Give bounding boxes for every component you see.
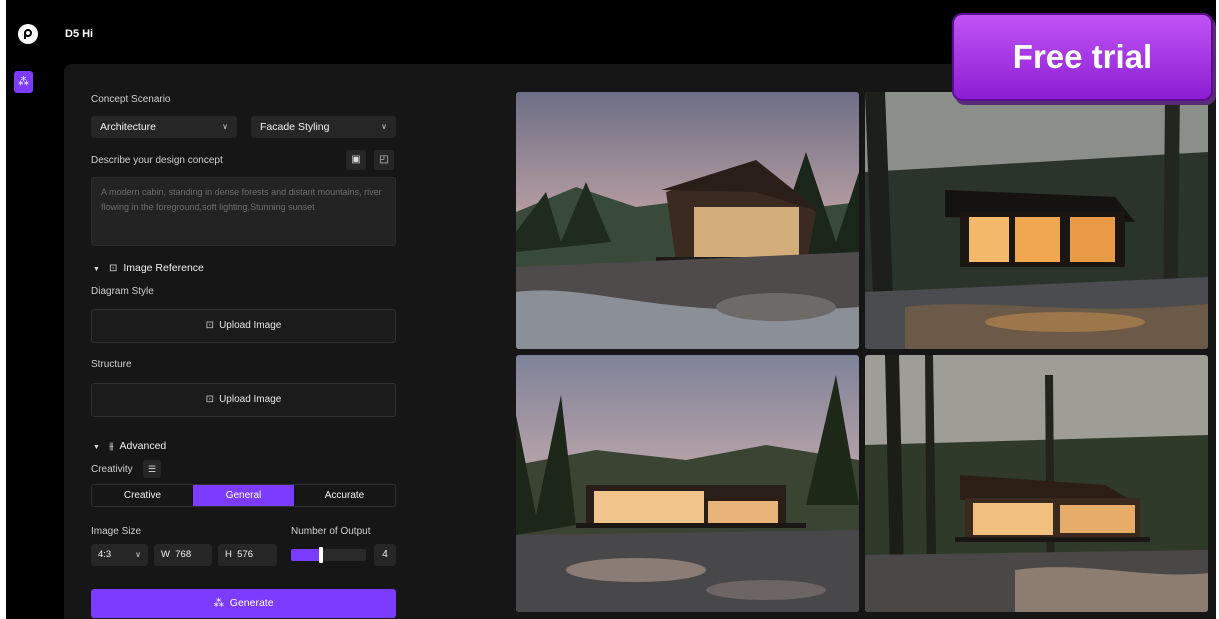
image-icon: ⊡ bbox=[108, 263, 118, 274]
describe-label: Describe your design concept bbox=[91, 155, 223, 166]
chevron-down-icon: ∨ bbox=[222, 122, 228, 131]
design-concept-input[interactable]: A modern cabin, standing in dense forest… bbox=[91, 177, 396, 246]
diagram-style-label: Diagram Style bbox=[91, 286, 154, 297]
advanced-toggle[interactable]: ▼ ⫵ Advanced bbox=[93, 440, 166, 452]
height-prefix: H bbox=[225, 549, 232, 560]
output-slider-fill bbox=[291, 549, 321, 561]
mode-creative[interactable]: Creative bbox=[92, 485, 193, 506]
width-input[interactable]: W 768 bbox=[154, 544, 212, 566]
result-image-2[interactable] bbox=[865, 92, 1208, 349]
width-value: 768 bbox=[175, 549, 192, 560]
upload-label: Upload Image bbox=[219, 394, 282, 405]
chevron-down-icon: ∨ bbox=[135, 550, 141, 559]
app-title: D5 Hi bbox=[65, 28, 94, 40]
result-image-4[interactable] bbox=[865, 355, 1208, 612]
number-of-output-label: Number of Output bbox=[291, 526, 371, 537]
output-slider[interactable] bbox=[291, 549, 366, 561]
category-select[interactable]: Architecture ∨ bbox=[91, 116, 237, 138]
generate-label: Generate bbox=[229, 597, 274, 609]
concept-scenario-label: Concept Scenario bbox=[91, 94, 171, 105]
mode-accurate[interactable]: Accurate bbox=[294, 485, 395, 506]
output-count[interactable]: 4 bbox=[374, 544, 396, 566]
generate-button[interactable]: ⁂ Generate bbox=[91, 589, 396, 618]
d5-logo-icon[interactable] bbox=[18, 24, 38, 44]
chevron-down-icon: ∨ bbox=[381, 122, 387, 131]
style-value: Facade Styling bbox=[260, 121, 330, 133]
mode-general[interactable]: General bbox=[193, 485, 294, 506]
sliders-icon: ⫵ bbox=[108, 441, 114, 452]
creativity-mode-group: Creative General Accurate bbox=[91, 484, 396, 507]
ratio-select[interactable]: 4:3 ∨ bbox=[91, 544, 148, 566]
height-value: 576 bbox=[237, 549, 254, 560]
structure-upload-button[interactable]: ⊡ Upload Image bbox=[91, 383, 396, 417]
free-trial-badge[interactable]: Free trial bbox=[952, 13, 1213, 101]
magic-wand-icon[interactable]: ⁂ bbox=[14, 71, 33, 93]
advanced-title: Advanced bbox=[119, 440, 167, 452]
output-slider-handle[interactable] bbox=[319, 547, 323, 563]
upload-image-icon: ⊡ bbox=[205, 394, 215, 405]
category-value: Architecture bbox=[100, 121, 157, 133]
width-prefix: W bbox=[161, 549, 170, 560]
image-reference-title: Image Reference bbox=[123, 262, 204, 274]
style-select[interactable]: Facade Styling ∨ bbox=[251, 116, 396, 138]
image-prompt-icon[interactable]: ▣ bbox=[346, 150, 366, 170]
image-reference-toggle[interactable]: ▼ ⊡ Image Reference bbox=[93, 262, 204, 274]
creativity-label: Creativity bbox=[91, 464, 133, 475]
image-size-label: Image Size bbox=[91, 526, 142, 537]
upload-image-icon: ⊡ bbox=[205, 320, 215, 331]
result-image-3[interactable] bbox=[516, 355, 859, 612]
diagram-style-upload-button[interactable]: ⊡ Upload Image bbox=[91, 309, 396, 343]
caret-down-icon: ▼ bbox=[93, 266, 100, 273]
structure-label: Structure bbox=[91, 359, 132, 370]
upload-label: Upload Image bbox=[219, 320, 282, 331]
height-input[interactable]: H 576 bbox=[218, 544, 277, 566]
result-image-1[interactable] bbox=[516, 92, 859, 349]
caret-down-icon: ▼ bbox=[93, 444, 100, 451]
template-icon[interactable]: ◰ bbox=[374, 150, 394, 170]
settings-sliders-icon[interactable]: ☰ bbox=[143, 460, 161, 478]
magic-wand-icon: ⁂ bbox=[213, 597, 224, 609]
ratio-value: 4:3 bbox=[98, 549, 112, 560]
